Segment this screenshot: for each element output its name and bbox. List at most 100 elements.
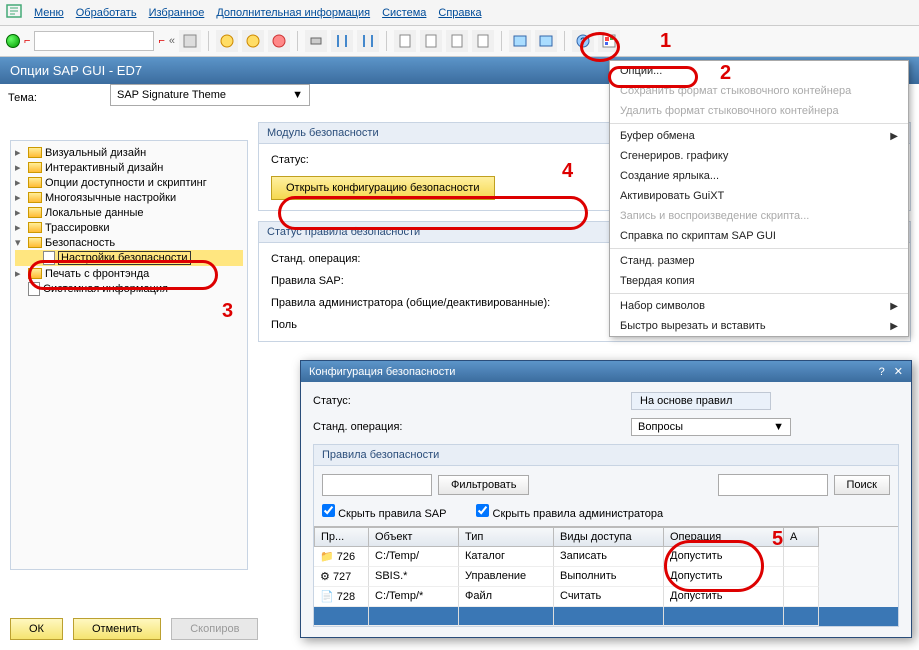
ctx-save-dock: Сохранить формат стыковочного контейнера: [610, 81, 908, 101]
ctx-options[interactable]: Опции...: [610, 61, 908, 81]
tree-item[interactable]: Системная информация: [43, 283, 168, 295]
ok-button[interactable]: ОК: [10, 618, 63, 640]
layout-icon[interactable]: [598, 30, 620, 52]
search-button[interactable]: Поиск: [834, 475, 890, 495]
menu-icon[interactable]: [6, 3, 22, 22]
open-security-config-button[interactable]: Открыть конфигурацию безопасности: [271, 176, 495, 200]
help-icon[interactable]: ?: [572, 30, 594, 52]
folder-icon: [28, 177, 42, 188]
find-next-icon[interactable]: [357, 30, 379, 52]
menu-item[interactable]: Обработать: [76, 7, 137, 19]
help-icon[interactable]: ?: [879, 366, 885, 378]
ctx-quick-cut[interactable]: Быстро вырезать и вставить▶: [610, 316, 908, 336]
expand-icon[interactable]: ▸: [15, 161, 25, 174]
folder-icon: [28, 147, 42, 158]
gear-icon: ⚙: [320, 571, 330, 583]
svg-text:?: ?: [580, 36, 586, 48]
tree-item[interactable]: Визуальный дизайн: [45, 147, 146, 159]
next-page-icon[interactable]: [446, 30, 468, 52]
folder-icon: [28, 192, 42, 203]
table-row[interactable]: ⚙ 727 SBIS.* Управление Выполнить Допуст…: [314, 567, 898, 587]
ctx-del-dock: Удалить формат стыковочного контейнера: [610, 101, 908, 121]
context-menu: Опции... Сохранить формат стыковочного к…: [609, 60, 909, 337]
col-object[interactable]: Объект: [369, 527, 459, 547]
close-icon[interactable]: ✕: [894, 366, 903, 378]
annotation-number: 2: [720, 62, 731, 85]
last-page-icon[interactable]: [472, 30, 494, 52]
ok-indicator-icon: [6, 34, 20, 48]
tree-item[interactable]: Локальные данные: [45, 207, 144, 219]
search-input[interactable]: [718, 474, 828, 496]
expand-icon[interactable]: ▸: [15, 221, 25, 234]
col-operation[interactable]: Операция: [664, 527, 784, 547]
copy-button[interactable]: Скопиров: [171, 618, 258, 640]
tree-item-security-settings[interactable]: Настройки безопасности: [58, 251, 191, 265]
annotation-number: 3: [222, 300, 233, 323]
col-type[interactable]: Тип: [459, 527, 554, 547]
cancel-button[interactable]: Отменить: [73, 618, 161, 640]
expand-icon[interactable]: ▸: [15, 146, 25, 159]
hide-admin-checkbox[interactable]: Скрыть правила администратора: [476, 504, 663, 520]
folder-icon: [28, 222, 42, 233]
expand-icon[interactable]: ▸: [15, 206, 25, 219]
dlg-stdop-select[interactable]: Вопросы▼: [631, 418, 791, 436]
ctx-clipboard[interactable]: Буфер обмена▶: [610, 126, 908, 146]
first-page-icon[interactable]: [394, 30, 416, 52]
col-access[interactable]: Виды доступа: [554, 527, 664, 547]
find-icon[interactable]: [331, 30, 353, 52]
tree-item[interactable]: Печать с фронтэнда: [45, 268, 149, 280]
ctx-charset[interactable]: Набор символов▶: [610, 296, 908, 316]
command-input[interactable]: [34, 31, 154, 51]
annotation-number: 1: [660, 30, 671, 53]
collapse-icon[interactable]: ▾: [15, 236, 25, 249]
dlg-status-label: Статус:: [313, 395, 443, 407]
submenu-arrow-icon: ▶: [890, 131, 898, 142]
menu-item[interactable]: Система: [382, 7, 426, 19]
table-row[interactable]: 📁 726 C:/Temp/ Каталог Записать Допустит…: [314, 547, 898, 567]
shortcut-icon[interactable]: [535, 30, 557, 52]
ctx-script-help[interactable]: Справка по скриптам SAP GUI: [610, 226, 908, 246]
file-icon: 📄: [320, 591, 334, 603]
menu-item[interactable]: Дополнительная информация: [216, 7, 370, 19]
ctx-gen-graphic[interactable]: Сгенериров. графику: [610, 146, 908, 166]
save-icon[interactable]: [179, 30, 201, 52]
ctx-hardcopy[interactable]: Твердая копия: [610, 271, 908, 291]
tree-item[interactable]: Опции доступности и скриптинг: [45, 177, 207, 189]
back-icon[interactable]: [216, 30, 238, 52]
document-icon: [28, 282, 40, 296]
theme-select[interactable]: SAP Signature Theme▼: [110, 84, 310, 106]
expand-icon[interactable]: ▸: [15, 191, 25, 204]
col-pr[interactable]: Пр...: [314, 527, 369, 547]
dialog-title: Конфигурация безопасности: [309, 366, 455, 378]
annotation-number: 4: [562, 160, 573, 183]
tree-item[interactable]: Безопасность: [45, 237, 115, 249]
filter-input[interactable]: [322, 474, 432, 496]
table-row-selected[interactable]: [314, 607, 898, 626]
tree-item[interactable]: Интерактивный дизайн: [45, 162, 163, 174]
dlg-stdop-label: Станд. операция:: [313, 421, 443, 433]
rules-table[interactable]: Пр... Объект Тип Виды доступа Операция А…: [314, 526, 898, 626]
tree-item[interactable]: Многоязычные настройки: [45, 192, 176, 204]
col-a[interactable]: А: [784, 527, 819, 547]
folder-icon: 📁: [320, 551, 334, 563]
table-row[interactable]: 📄 728 C:/Temp/* Файл Считать Допустить: [314, 587, 898, 607]
ctx-create-shortcut[interactable]: Создание ярлыка...: [610, 166, 908, 186]
ctx-std-size[interactable]: Станд. размер: [610, 251, 908, 271]
expand-icon[interactable]: ▸: [15, 267, 25, 280]
print-icon[interactable]: [305, 30, 327, 52]
cancel-icon[interactable]: [268, 30, 290, 52]
menu-item[interactable]: Справка: [438, 7, 481, 19]
prev-page-icon[interactable]: [420, 30, 442, 52]
menu-item[interactable]: Меню: [34, 7, 64, 19]
new-session-icon[interactable]: [509, 30, 531, 52]
tree-item[interactable]: Трассировки: [45, 222, 110, 234]
expand-icon[interactable]: ▸: [15, 176, 25, 189]
submenu-arrow-icon: ▶: [890, 321, 898, 332]
hide-sap-checkbox[interactable]: Скрыть правила SAP: [322, 504, 446, 520]
menubar: Меню Обработать Избранное Дополнительная…: [0, 0, 919, 26]
menu-item[interactable]: Избранное: [149, 7, 205, 19]
ctx-activate-guixt[interactable]: Активировать GuiXT: [610, 186, 908, 206]
exit-icon[interactable]: [242, 30, 264, 52]
filter-button[interactable]: Фильтровать: [438, 475, 529, 495]
nav-tree[interactable]: ▸ Визуальный дизайн ▸ Интерактивный дизайн…: [10, 140, 248, 570]
